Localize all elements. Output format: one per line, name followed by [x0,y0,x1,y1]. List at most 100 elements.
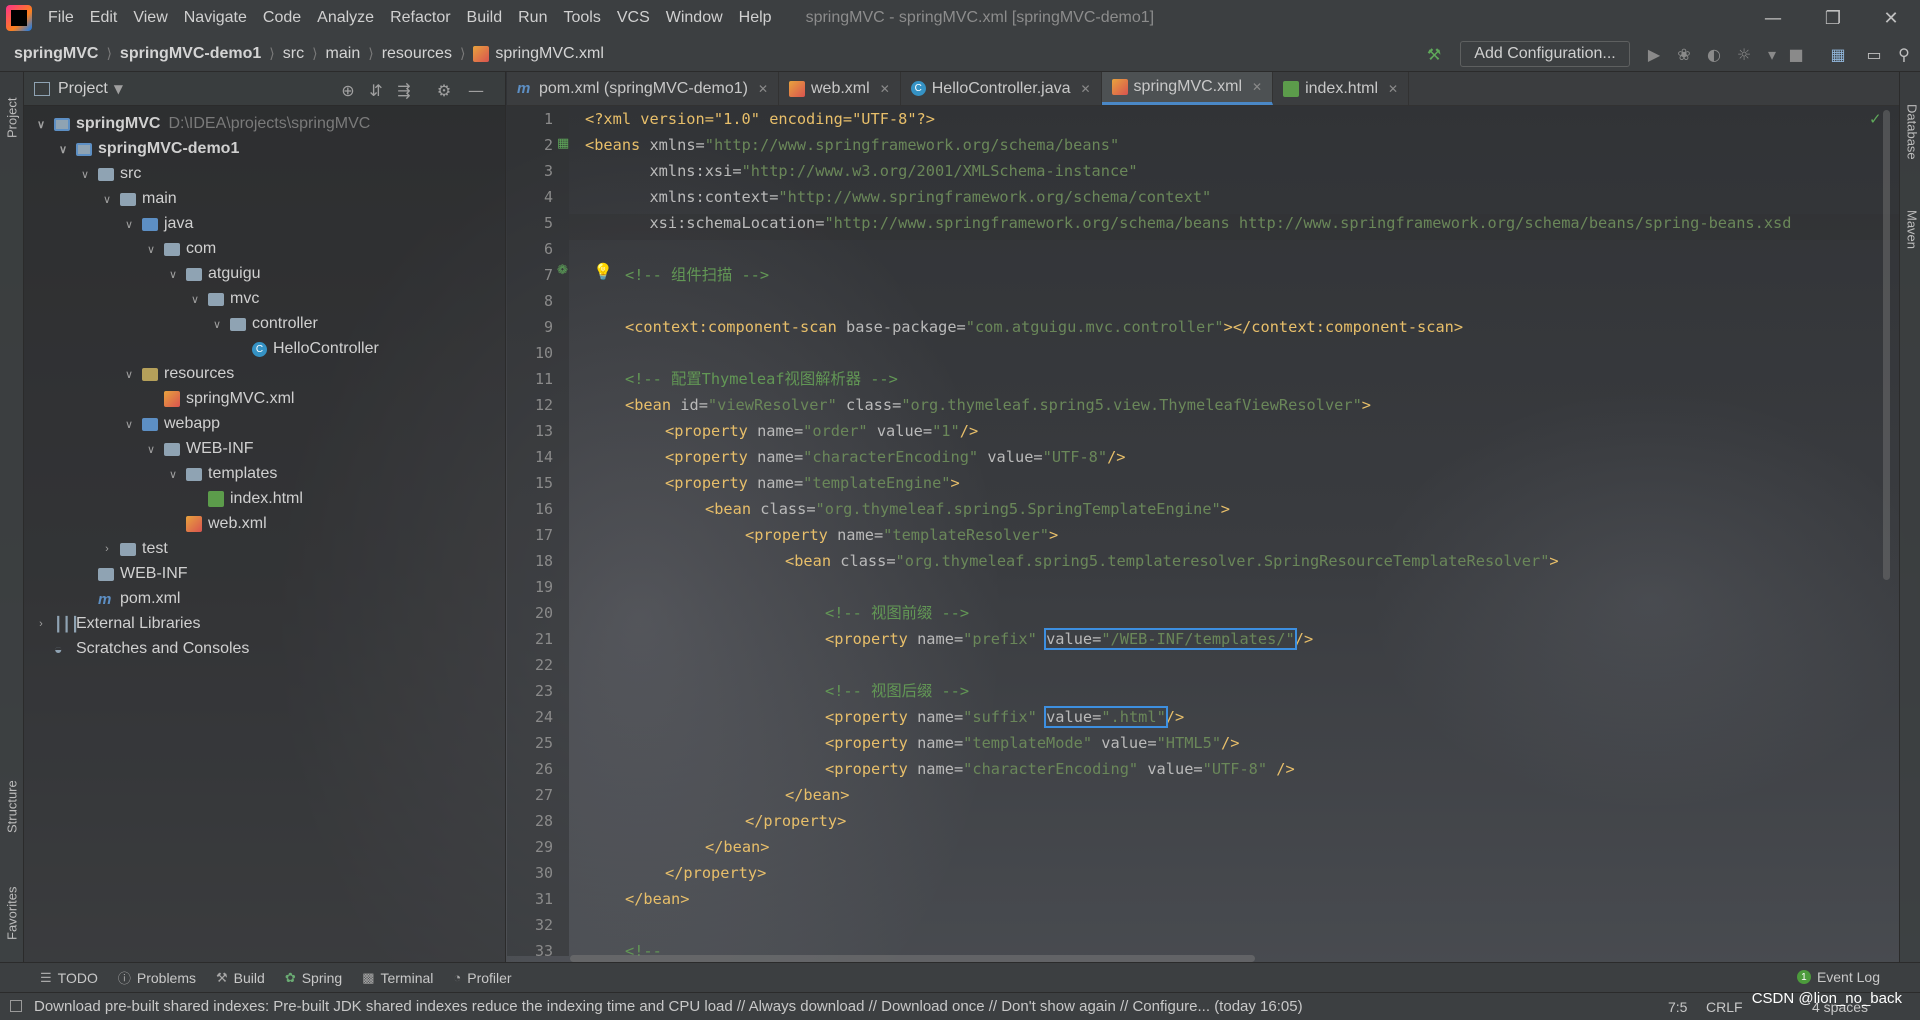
menu-window[interactable]: Window [658,9,731,27]
lightbulb-icon[interactable]: 💡 [593,262,613,281]
chevron-down-icon[interactable]: ∨ [100,193,114,206]
database-tool-tab[interactable]: Database [1900,82,1920,182]
chevron-down-icon[interactable]: ∨ [56,143,70,156]
tree-item[interactable]: ◒ Scratches and Consoles [34,637,249,661]
menu-analyze[interactable]: Analyze [309,9,382,27]
chevron-down-icon[interactable]: ∨ [122,368,136,381]
profiler-tool-tab[interactable]: ◔ Profiler [453,970,511,986]
run-icon[interactable]: ▶ [1644,44,1664,64]
tree-item[interactable]: ∨ controller [210,312,318,336]
project-tool-tab[interactable]: Project [0,78,24,158]
tree-item[interactable]: C HelloController [232,337,379,361]
close-icon[interactable]: ✕ [880,82,890,96]
chevron-down-icon[interactable]: ∨ [166,268,180,281]
menu-help[interactable]: Help [731,9,780,27]
vertical-scrollbar[interactable] [1883,110,1890,580]
chevron-down-icon[interactable]: ∨ [78,168,92,181]
menu-tools[interactable]: Tools [555,9,608,27]
tab-hellocontroller-java[interactable]: C HelloController.java ✕ [901,72,1102,105]
search-icon[interactable]: ⚲ [1894,44,1914,64]
more-run-options-icon[interactable]: ▾ [1762,44,1782,64]
close-icon[interactable]: ✕ [1080,82,1090,96]
chevron-down-icon[interactable]: ∨ [144,243,158,256]
tab-springmvc-xml[interactable]: springMVC.xml ✕ [1101,72,1274,105]
problems-tool-tab[interactable]: ⓘ Problems [118,968,196,987]
breadcrumb-file[interactable]: springMVC.xml [495,45,603,63]
tree-item[interactable]: WEB-INF [78,562,188,586]
close-icon[interactable]: ✕ [1252,80,1262,94]
menu-build[interactable]: Build [459,9,511,27]
expand-all-icon[interactable]: ⇵ [366,80,386,100]
tree-item[interactable]: ∨ springMVC D:\IDEA\projects\springMVC [34,112,370,136]
todo-tool-tab[interactable]: ☰ TODO [40,970,98,986]
tree-item[interactable]: ∨ java [122,212,193,236]
profile-icon[interactable]: ☼ [1734,44,1754,64]
debug-icon[interactable]: ❀ [1674,44,1694,64]
favorites-tool-tab[interactable]: Favorites [0,868,24,958]
code-editor[interactable]: <?xml version="1.0" encoding="UTF-8"?> <… [569,106,1899,956]
spring-tool-tab[interactable]: ✿ Spring [285,970,342,986]
chevron-down-icon[interactable]: ∨ [144,443,158,456]
breadcrumb-main[interactable]: main [326,45,361,63]
close-icon[interactable]: ✕ [1388,82,1398,96]
chevron-down-icon[interactable]: ∨ [166,468,180,481]
spring-bean-icon[interactable]: ❁ [557,263,568,278]
coverage-icon[interactable]: ◐ [1704,44,1724,64]
stop-icon[interactable]: ■ [1786,44,1806,64]
tree-item[interactable]: index.html [188,487,303,511]
menu-refactor[interactable]: Refactor [382,9,458,27]
build-hammer-icon[interactable]: ⚒ [1424,44,1444,64]
structure-tool-tab[interactable]: Structure [0,762,24,852]
build-tool-tab[interactable]: ⚒ Build [216,970,265,986]
horizontal-scrollbar[interactable] [570,955,1255,962]
chevron-down-icon[interactable]: ∨ [34,118,48,131]
tree-item[interactable]: web.xml [166,512,267,536]
tree-item[interactable]: springMVC.xml [144,387,294,411]
breadcrumb-src[interactable]: src [283,45,304,63]
menu-vcs[interactable]: VCS [609,9,658,27]
breadcrumb-project[interactable]: springMVC [14,45,98,63]
inspection-ok-icon[interactable]: ✓ [1869,110,1882,128]
collapse-all-icon[interactable]: ⇶ [394,80,414,100]
add-configuration-button[interactable]: Add Configuration... [1460,41,1630,67]
tab-pom-xml[interactable]: m pom.xml (springMVC-demo1) ✕ [507,72,779,105]
caret-position[interactable]: 7:5 [1668,999,1687,1015]
tree-item[interactable]: ∨ templates [166,462,277,486]
tree-item[interactable]: ∨ WEB-INF [144,437,254,461]
line-separator[interactable]: CRLF [1706,999,1743,1015]
presentation-icon[interactable]: ▭ [1864,44,1884,64]
menu-view[interactable]: View [125,9,175,27]
tab-web-xml[interactable]: web.xml ✕ [779,72,901,105]
chevron-down-icon[interactable]: ∨ [122,218,136,231]
hide-panel-icon[interactable]: — [466,80,486,100]
close-window-icon[interactable]: ✕ [1862,0,1920,36]
menu-file[interactable]: File [40,9,82,27]
chevron-right-icon[interactable]: › [34,618,48,630]
minimize-icon[interactable]: — [1744,0,1802,36]
menu-run[interactable]: Run [510,9,555,27]
maven-tool-tab[interactable]: Maven [1900,190,1920,270]
tree-item[interactable]: ∨ atguigu [166,262,261,286]
breadcrumb-module[interactable]: springMVC-demo1 [120,45,261,63]
tree-item[interactable]: m pom.xml [78,587,180,611]
chevron-down-icon[interactable]: ∨ [210,318,224,331]
tree-item[interactable]: ∨ springMVC-demo1 [56,137,239,161]
terminal-tool-tab[interactable]: ▩ Terminal [362,970,433,986]
breadcrumb-resources[interactable]: resources [382,45,452,63]
gear-icon[interactable]: ⚙ [434,80,454,100]
toggle-tool-windows-icon[interactable] [10,1000,22,1012]
chevron-down-icon[interactable]: ∨ [122,418,136,431]
tree-item[interactable]: ∨ resources [122,362,234,386]
tree-item[interactable]: › ┃┃┃ External Libraries [34,612,200,636]
project-panel-title[interactable]: Project [58,80,108,98]
menu-code[interactable]: Code [255,9,309,27]
menu-navigate[interactable]: Navigate [176,9,255,27]
tree-item[interactable]: › test [100,537,168,561]
chevron-right-icon[interactable]: › [100,543,114,555]
restore-icon[interactable]: ❐ [1804,0,1862,36]
tree-item[interactable]: ∨ mvc [188,287,259,311]
status-message[interactable]: Download pre-built shared indexes: Pre-b… [34,998,1303,1015]
tree-item[interactable]: ∨ src [78,162,141,186]
tree-item[interactable]: ∨ webapp [122,412,220,436]
chevron-down-icon[interactable]: ∨ [188,293,202,306]
